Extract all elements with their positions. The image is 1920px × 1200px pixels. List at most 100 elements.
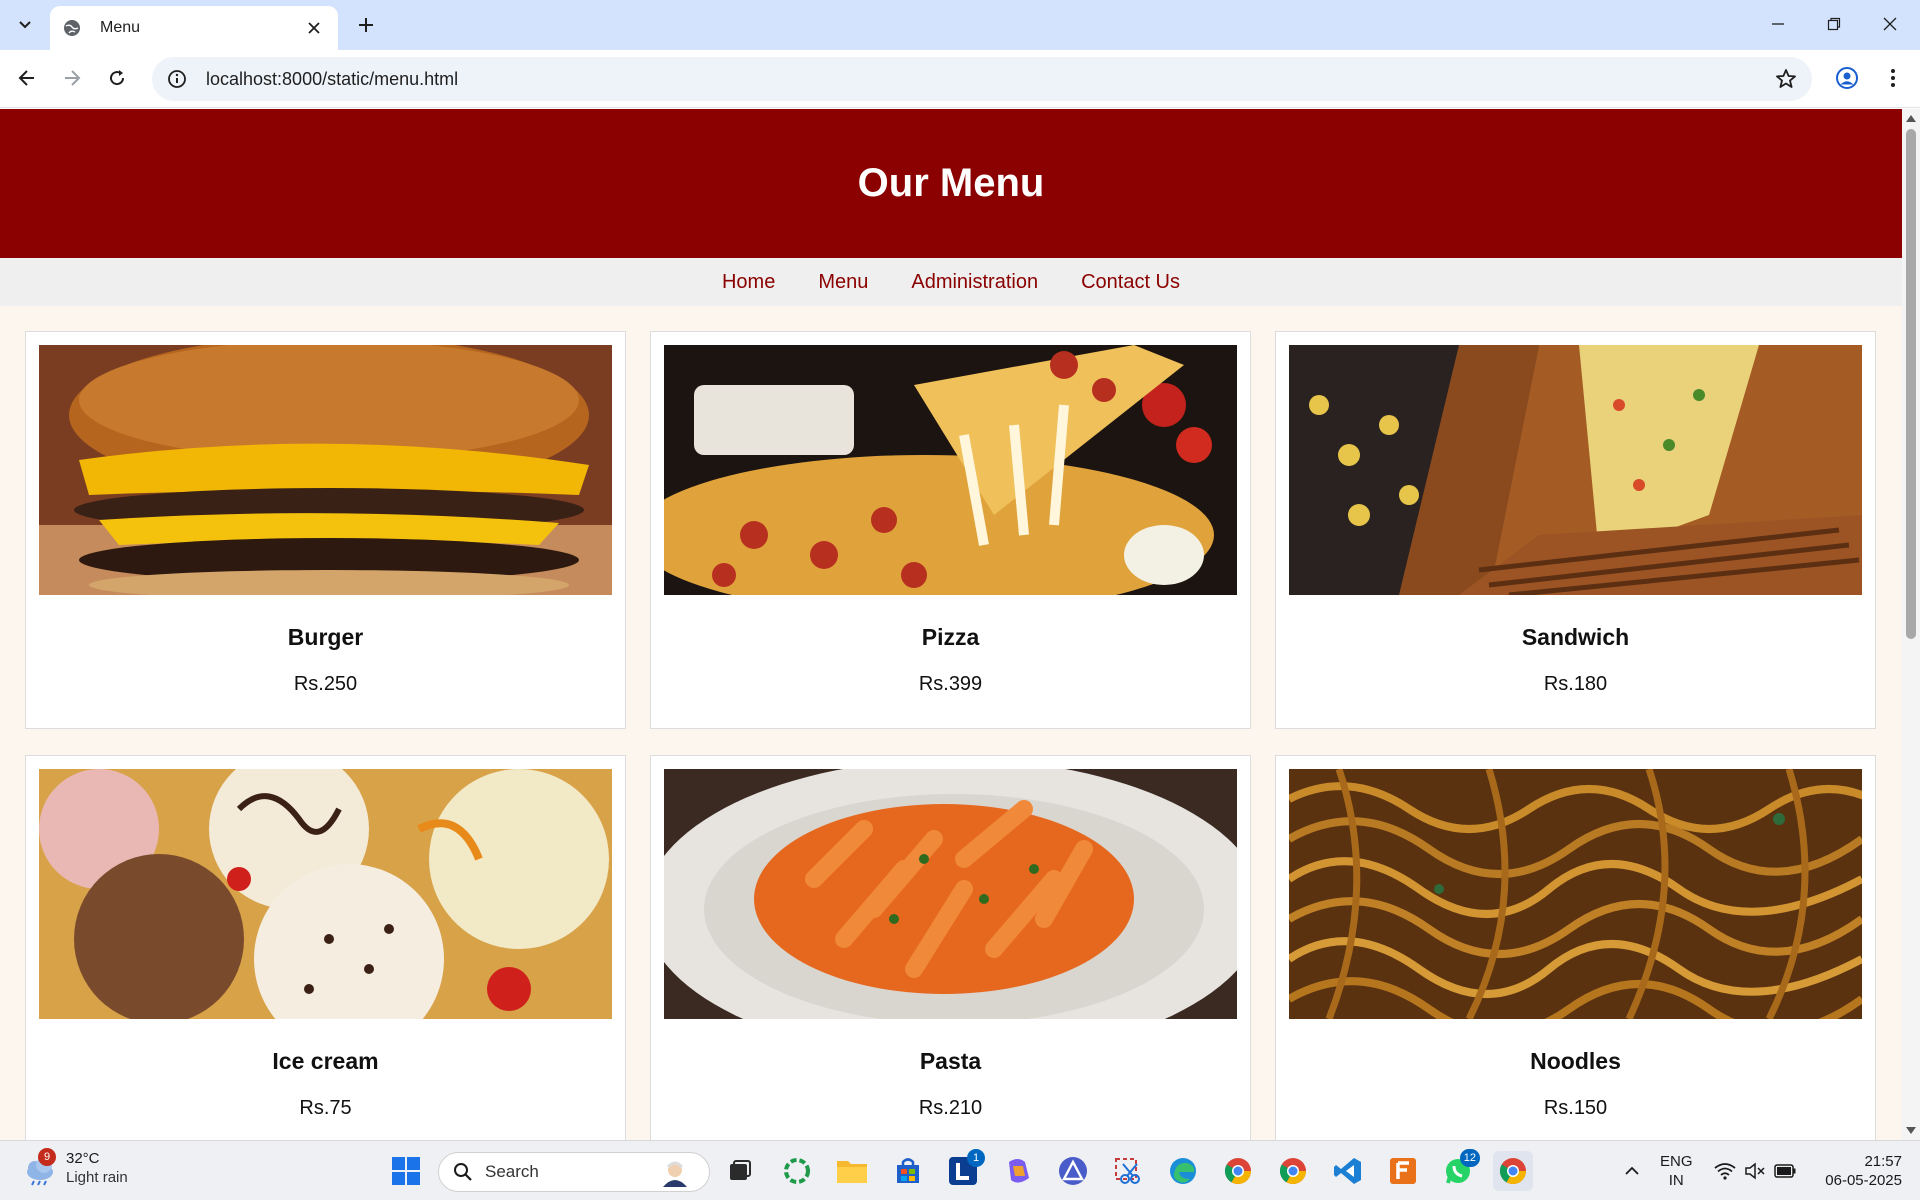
taskbar-app-copilot-ring[interactable]: [777, 1151, 817, 1191]
arrow-right-icon: [65, 70, 81, 86]
item-price: Rs.399: [918, 673, 983, 695]
active-tab[interactable]: Menu: [50, 6, 338, 50]
sandwich-image: [1289, 345, 1862, 595]
back-button[interactable]: [8, 59, 46, 97]
store-icon: [897, 1158, 919, 1183]
taskbar-app-vscode[interactable]: [1328, 1151, 1368, 1191]
search-highlight-icon: [663, 1161, 687, 1187]
task-view-button[interactable]: [720, 1151, 760, 1191]
taskbar-app-store[interactable]: [888, 1151, 928, 1191]
nav-link-home[interactable]: Home: [722, 271, 775, 294]
chevron-up-icon: [1625, 1166, 1639, 1175]
scrollbar-thumb[interactable]: [1906, 129, 1916, 639]
scissors-icon: [1115, 1158, 1140, 1184]
start-button[interactable]: [386, 1151, 426, 1191]
site-info-icon[interactable]: [166, 68, 188, 90]
ice-cream-image: [39, 769, 612, 1019]
nav-link-administration[interactable]: Administration: [911, 271, 1038, 294]
volume-muted-icon: [1745, 1162, 1765, 1180]
arrow-left-icon: [18, 70, 34, 86]
minimize-button[interactable]: [1750, 0, 1806, 48]
url-text[interactable]: localhost:8000/static/menu.html: [206, 69, 458, 90]
scroll-up-arrow-icon[interactable]: [1906, 115, 1916, 122]
taskbar-app-chrome-active[interactable]: [1493, 1151, 1533, 1191]
item-name: Pizza: [921, 624, 980, 650]
taskbar-app-copilot[interactable]: [998, 1151, 1038, 1191]
taskbar-app-snipping-tool[interactable]: [1108, 1151, 1148, 1191]
site-header: Our Menu: [0, 109, 1902, 258]
clock-time: 21:57: [1864, 1153, 1902, 1170]
address-bar[interactable]: localhost:8000/static/menu.html: [152, 57, 1812, 101]
taskbar-app-affinity[interactable]: [1053, 1151, 1093, 1191]
plus-icon: [359, 18, 373, 32]
menu-card[interactable]: Ice cream Rs.75: [25, 755, 626, 1140]
reload-button[interactable]: [98, 59, 136, 97]
l-app-badge: 1: [967, 1149, 985, 1167]
taskbar: 9 32°C Light rain Search 1 12 ENG IN 21:…: [0, 1140, 1920, 1200]
page-title: Our Menu: [857, 161, 1045, 205]
taskbar-app-whatsapp[interactable]: 12: [1438, 1149, 1480, 1191]
close-window-button[interactable]: [1862, 0, 1918, 48]
site-nav: Home Menu Administration Contact Us: [0, 258, 1902, 306]
menu-card[interactable]: Noodles Rs.150: [1275, 755, 1876, 1140]
new-tab-button[interactable]: [350, 10, 382, 40]
browser-menu-button[interactable]: [1874, 59, 1912, 97]
browser-toolbar: localhost:8000/static/menu.html: [0, 50, 1920, 108]
scroll-down-arrow-icon[interactable]: [1906, 1127, 1916, 1134]
vscode-icon: [1334, 1158, 1361, 1184]
chrome-icon: [1499, 1158, 1527, 1185]
search-label: Search: [485, 1162, 539, 1181]
profile-button[interactable]: [1828, 59, 1866, 97]
battery-icon: [1774, 1164, 1796, 1178]
clock-date: 06-05-2025: [1825, 1172, 1902, 1189]
page-viewport: Our Menu Home Menu Administration Contac…: [0, 109, 1902, 1140]
item-name: Sandwich: [1521, 624, 1630, 650]
weather-cloud-rain-icon: 9: [22, 1148, 58, 1186]
reload-icon: [110, 70, 125, 86]
weather-widget[interactable]: 9 32°C Light rain: [22, 1148, 128, 1187]
taskbar-app-chrome-1[interactable]: [1218, 1151, 1258, 1191]
forward-button[interactable]: [53, 59, 91, 97]
show-hidden-icons-button[interactable]: [1612, 1151, 1652, 1191]
page-scrollbar[interactable]: [1902, 109, 1920, 1140]
taskbar-app-chrome-2[interactable]: [1273, 1151, 1313, 1191]
menu-card[interactable]: Sandwich Rs.180: [1275, 331, 1876, 729]
menu-card[interactable]: Pizza Rs.399: [650, 331, 1251, 729]
pasta-image: [664, 769, 1237, 1019]
windows-start-icon: [392, 1157, 420, 1185]
taskbar-app-edge[interactable]: [1163, 1151, 1203, 1191]
green-ring-icon: [784, 1158, 810, 1184]
close-tab-icon[interactable]: [302, 16, 326, 40]
minimize-icon: [1772, 23, 1784, 25]
burger-image: [39, 345, 612, 595]
item-name: Pasta: [919, 1048, 982, 1074]
triangle-app-icon: [1059, 1157, 1087, 1185]
restore-button[interactable]: [1806, 0, 1862, 48]
nav-link-menu[interactable]: Menu: [818, 271, 868, 294]
close-icon: [1883, 17, 1897, 31]
tab-search-button[interactable]: [8, 10, 42, 40]
weather-badge: 9: [38, 1148, 56, 1166]
f-app-icon: [1390, 1158, 1416, 1184]
item-price: Rs.210: [918, 1097, 983, 1119]
weather-temperature: 32°C: [66, 1150, 100, 1167]
taskbar-app-l[interactable]: 1: [943, 1149, 985, 1191]
whatsapp-badge: 12: [1459, 1149, 1480, 1167]
pizza-image: [664, 345, 1237, 595]
bookmark-star-icon[interactable]: [1774, 67, 1798, 91]
menu-card[interactable]: Burger Rs.250: [25, 331, 626, 729]
nav-link-contact-us[interactable]: Contact Us: [1081, 271, 1180, 294]
taskbar-app-file-explorer[interactable]: [832, 1151, 872, 1191]
language-indicator[interactable]: ENG IN: [1660, 1152, 1693, 1190]
item-price: Rs.250: [293, 673, 358, 695]
item-name: Burger: [287, 624, 364, 650]
clock[interactable]: 21:57 06-05-2025: [1825, 1152, 1902, 1190]
system-tray[interactable]: [1714, 1141, 1796, 1200]
taskbar-app-fus[interactable]: [1383, 1151, 1423, 1191]
edge-icon: [1170, 1158, 1196, 1184]
taskbar-search[interactable]: Search: [438, 1152, 710, 1192]
chrome-icon: [1279, 1158, 1307, 1185]
folder-icon: [837, 1161, 867, 1183]
menu-card[interactable]: Pasta Rs.210: [650, 755, 1251, 1140]
chevron-down-icon: [19, 21, 31, 29]
